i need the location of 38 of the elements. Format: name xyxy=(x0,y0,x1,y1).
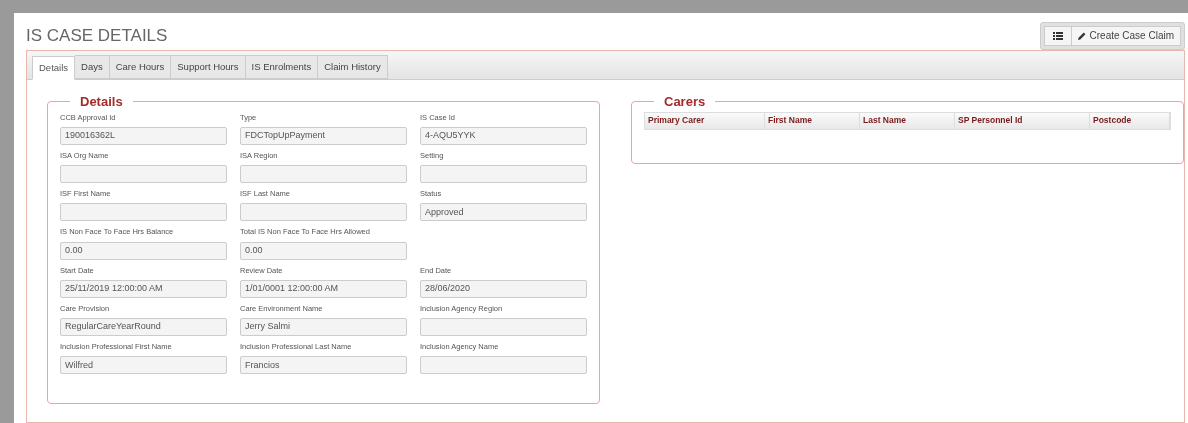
tab[interactable]: IS Enrolments xyxy=(245,55,319,79)
list-view-button[interactable] xyxy=(1043,25,1072,46)
input-field[interactable]: 28/06/2020 xyxy=(420,279,587,298)
column-header[interactable]: Postcode xyxy=(1090,112,1170,129)
carers-legend: Carers xyxy=(654,92,716,112)
create-case-claim-button[interactable]: Create Case Claim xyxy=(1071,25,1181,46)
column-header[interactable]: Primary Carer xyxy=(645,112,765,129)
input-field[interactable] xyxy=(420,165,587,183)
input-field[interactable] xyxy=(420,318,587,336)
input-field[interactable]: 190016362L xyxy=(60,126,227,145)
tab[interactable]: Details xyxy=(32,56,76,80)
input-field[interactable]: RegularCareYearRound xyxy=(60,318,227,336)
tab[interactable]: Claim History xyxy=(318,55,388,79)
input-field[interactable]: Francios xyxy=(240,356,407,375)
pencil-icon xyxy=(1077,31,1086,40)
input-field[interactable]: Wilfred xyxy=(60,356,227,375)
tab[interactable]: Care Hours xyxy=(109,55,172,79)
input-field[interactable]: 1/01/0001 12:00:00 AM xyxy=(240,279,407,298)
tab[interactable]: Days xyxy=(75,55,110,79)
input-field[interactable] xyxy=(240,165,407,183)
input-field[interactable]: 0.00 xyxy=(240,241,407,260)
column-header[interactable]: Last Name xyxy=(860,112,955,129)
input-field[interactable] xyxy=(240,203,407,222)
input-field[interactable]: Approved xyxy=(420,203,587,222)
input-field[interactable] xyxy=(60,165,227,183)
column-header[interactable]: SP Personnel Id xyxy=(955,112,1090,129)
input-field[interactable]: 25/11/2019 12:00:00 AM xyxy=(60,279,227,298)
column-header[interactable]: First Name xyxy=(765,112,860,129)
list-icon xyxy=(1052,31,1063,40)
input-field[interactable]: FDCTopUpPayment xyxy=(240,126,407,145)
input-field[interactable]: Jerry Salmi xyxy=(240,318,407,336)
tab[interactable]: Support Hours xyxy=(171,55,246,79)
details-legend: Details xyxy=(70,92,133,112)
input-field[interactable] xyxy=(60,203,227,222)
input-field[interactable] xyxy=(420,356,587,375)
input-field[interactable]: 4-AQU5YYK xyxy=(420,126,587,145)
page-title: IS CASE DETAILS xyxy=(26,24,168,47)
input-field[interactable]: 0.00 xyxy=(60,241,227,260)
